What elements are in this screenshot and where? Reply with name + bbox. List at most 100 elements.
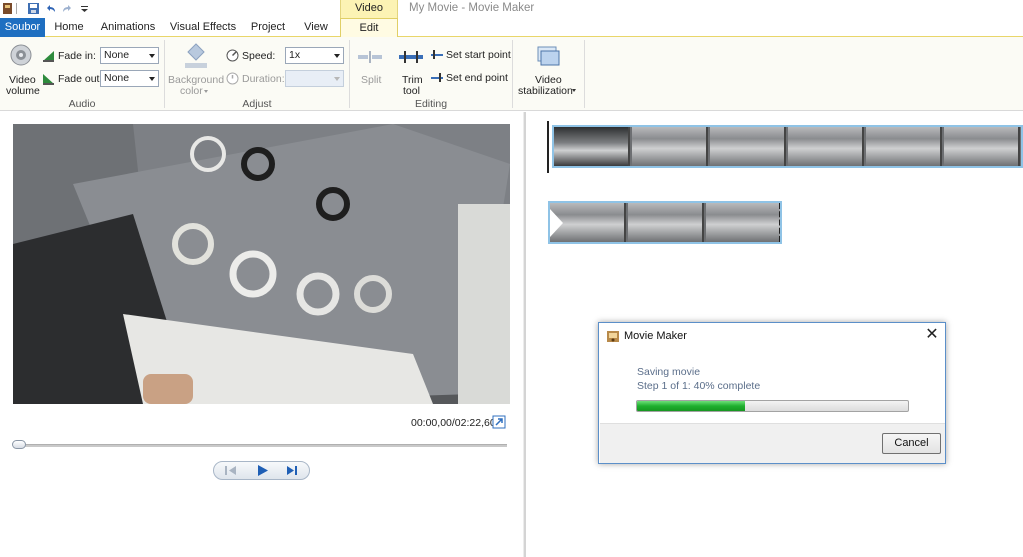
fade-out-value: None [104,72,130,84]
play-button[interactable] [247,462,277,479]
video-volume-button[interactable]: Video volume [4,40,40,97]
set-start-point-button[interactable]: Set start point [431,48,511,63]
speaker-icon [10,44,32,66]
speed-dropdown[interactable]: 1x [285,47,344,64]
chevron-down-icon [572,89,576,92]
trim-icon [399,51,423,63]
previous-frame-icon [225,466,236,475]
timeline-playhead[interactable] [547,121,549,173]
tab-home[interactable]: Home [50,18,88,37]
seek-bar[interactable] [14,444,507,447]
close-icon[interactable]: ✕ [923,327,941,345]
set-end-point-label: Set end point [446,72,508,84]
clip-thumbnail [706,203,780,242]
clip-thumbnail [554,127,630,166]
tab-project[interactable]: Project [246,18,290,37]
duration-icon [226,72,239,85]
ribbon-tab-row: Soubor Home Animations Visual Effects Pr… [0,18,1023,38]
set-start-point-icon [431,50,443,59]
split-label: Split [361,74,382,86]
set-end-point-button[interactable]: Set end point [431,71,511,86]
ribbon: Video volume Fade in: None Fade out: Non… [0,37,1023,111]
clip-thumbnail [788,127,864,166]
video-stabilization-label-2: stabilization [518,85,573,97]
qa-separator [16,3,17,14]
background-color-label-2: color [180,85,203,97]
timecode: 00:00,00/02:22,60 [411,417,496,429]
window-title: My Movie - Movie Maker [409,2,535,14]
audio-group-label: Audio [68,98,96,110]
clip-thumbnail [628,203,704,242]
customize-quick-access-icon[interactable] [78,2,91,15]
set-end-point-icon [431,73,443,82]
progress-bar-fill [637,401,746,411]
tab-edit[interactable]: Edit [340,18,398,38]
trim-tool-button[interactable]: Trim tool [395,40,427,97]
video-clip-2[interactable] [548,201,782,244]
chevron-down-icon [334,77,340,81]
undo-icon[interactable] [44,2,57,15]
seek-thumb[interactable] [12,440,26,449]
background-color-button[interactable]: Background color [167,40,224,97]
tab-animations[interactable]: Animations [96,18,160,37]
fade-out-dropdown[interactable]: None [100,70,159,87]
video-frame-image [13,124,510,404]
app-icon [3,3,12,14]
split-button[interactable]: Split [354,40,386,96]
dialog-title: Movie Maker [624,330,687,342]
clip-thumbnail [632,127,708,166]
fullscreen-icon[interactable] [492,415,506,429]
video-tools-context-label: Video Tools [340,0,398,30]
playback-controls [213,461,310,480]
chevron-down-icon [204,90,208,93]
group-separator [512,40,513,108]
dialog-footer: Cancel [600,423,945,463]
next-frame-icon [287,466,297,475]
editing-group-label: Editing [414,98,448,110]
group-separator [584,40,585,108]
preview-pane: 00:00,00/02:22,60 [0,112,524,557]
clip-thumbnail [944,127,1020,166]
video-stabilization-button[interactable]: Video stabilization [515,40,581,97]
duration-dropdown[interactable] [285,70,344,87]
tab-visual-effects[interactable]: Visual Effects [168,18,238,37]
saving-movie-dialog: Movie Maker ✕ Saving movie Step 1 of 1: … [598,322,946,464]
chevron-down-icon [149,77,155,81]
next-frame-button[interactable] [277,462,307,479]
dialog-body: Saving movie Step 1 of 1: 40% complete [600,348,945,422]
video-preview[interactable] [13,124,510,404]
speed-icon [226,49,239,62]
fade-out-icon [43,74,54,85]
fade-in-icon [43,51,54,62]
stabilization-icon [537,46,560,66]
fade-in-label: Fade in: [58,50,96,62]
speed-label: Speed: [242,50,276,62]
fade-in-dropdown[interactable]: None [100,47,159,64]
play-icon [258,465,268,476]
paint-bucket-icon [185,43,207,68]
set-start-point-label: Set start point [446,49,511,61]
redo-icon[interactable] [61,2,74,15]
movie-maker-icon [607,331,619,342]
video-clip-1[interactable] [552,125,1023,168]
speed-value: 1x [289,49,301,61]
cancel-button[interactable]: Cancel [882,433,941,454]
chevron-down-icon [334,54,340,58]
title-bar: Video Tools My Movie - Movie Maker [0,0,1023,30]
video-volume-label-2: volume [6,85,40,97]
fade-in-value: None [104,49,130,61]
clip-thumbnail [710,127,786,166]
tab-file[interactable]: Soubor [0,18,45,37]
clip-thumbnail [866,127,942,166]
tab-view[interactable]: View [298,18,334,37]
previous-frame-button[interactable] [216,462,246,479]
progress-bar [636,400,909,412]
step-progress-text: Step 1 of 1: 40% complete [637,380,761,392]
fade-out-label: Fade out: [58,73,103,85]
adjust-group-label: Adjust [242,98,272,110]
split-icon [358,51,382,63]
transition-marker-icon [550,209,563,237]
save-icon[interactable] [27,2,40,15]
saving-status-text: Saving movie [637,366,701,378]
duration-label: Duration: [242,73,285,85]
